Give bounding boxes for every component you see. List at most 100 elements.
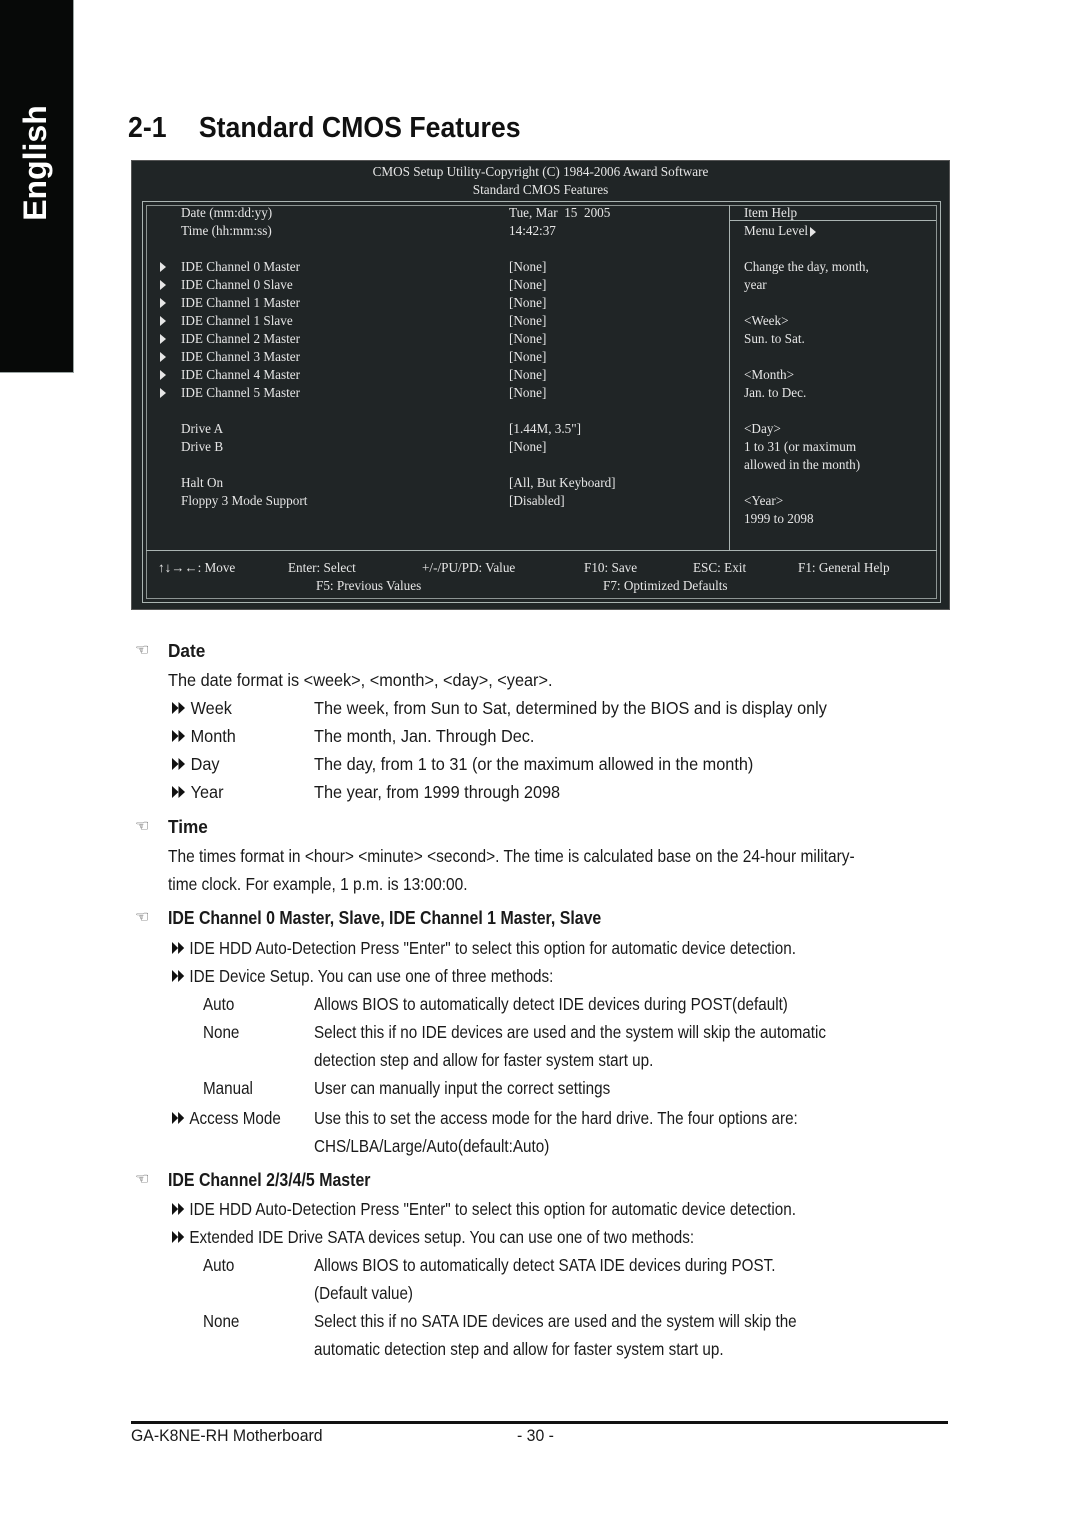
item-help-line: Jan. to Dec. <box>744 385 807 400</box>
date-item-desc: The month, Jan. Through Dec. <box>314 726 535 746</box>
key-help: F1: General Help <box>798 560 890 575</box>
bios-setting-label[interactable]: IDE Channel 3 Master <box>181 348 300 366</box>
bios-setting-value[interactable]: [None] <box>509 348 546 366</box>
key-exit: ESC: Exit <box>693 560 747 575</box>
date-item-desc: The year, from 1999 through 2098 <box>314 782 561 802</box>
method-term: None <box>203 1311 240 1331</box>
method-term: Auto <box>203 994 235 1014</box>
submenu-arrow-icon <box>160 388 166 398</box>
item-help-line: 1 to 31 (or maximum <box>744 439 857 454</box>
item-help-line: Change the day, month, <box>744 259 869 274</box>
ide2345-heading: IDE Channel 2/3/4/5 Master <box>168 1169 371 1190</box>
footer-product: GA-K8NE-RH Motherboard <box>131 1426 323 1445</box>
item-help-line: year <box>744 277 767 292</box>
time-heading: Time <box>168 816 208 837</box>
menu-level-label: Menu Level <box>744 223 809 238</box>
date-intro: The date format is <week>, <month>, <day… <box>168 670 553 690</box>
key-select: Enter: Select <box>288 560 356 575</box>
bios-screen: CMOS Setup Utility-Copyright (C) 1984-20… <box>131 160 950 610</box>
double-arrow-icon <box>172 758 188 770</box>
bios-setting-value[interactable]: 14:42:37 <box>509 222 556 240</box>
item-help-line: 1999 to 2098 <box>744 511 814 526</box>
bios-footer-divider <box>146 550 937 551</box>
bios-setting-value[interactable]: [None] <box>509 312 546 330</box>
method-desc: detection step and allow for faster syst… <box>314 1050 654 1070</box>
access-mode-term-text: Access Mode <box>189 1108 281 1128</box>
bios-setting-label[interactable]: IDE Channel 4 Master <box>181 366 300 384</box>
bios-setting-label[interactable]: IDE Channel 5 Master <box>181 384 300 402</box>
pointing-hand-icon: ☜ <box>135 909 150 926</box>
double-arrow-icon <box>172 970 187 982</box>
bios-setting-label[interactable]: Time (hh:mm:ss) <box>181 222 272 240</box>
menu-level-arrow-icon <box>810 226 817 237</box>
bios-copyright: CMOS Setup Utility-Copyright (C) 1984-20… <box>372 164 709 179</box>
method-desc: Select this if no SATA IDE devices are u… <box>314 1311 797 1331</box>
bios-setting-label[interactable]: IDE Channel 1 Master <box>181 294 300 312</box>
date-item-term: Year <box>172 781 223 803</box>
bios-setting-value[interactable]: [Disabled] <box>509 492 565 510</box>
bios-setting-value[interactable]: [1.44M, 3.5"] <box>509 420 581 438</box>
bios-setting-value[interactable]: [None] <box>509 384 546 402</box>
bios-setting-label[interactable]: Floppy 3 Mode Support <box>181 492 307 510</box>
ide2345-bullet-sata: Extended IDE Drive SATA devices setup. Y… <box>172 1226 694 1248</box>
date-item-desc: The day, from 1 to 31 (or the maximum al… <box>314 754 754 774</box>
bios-setting-value[interactable]: [None] <box>509 366 546 384</box>
menu-level: Menu Level <box>744 222 817 240</box>
date-item-term: Month <box>172 725 236 747</box>
bios-setting-label[interactable]: IDE Channel 1 Slave <box>181 312 293 330</box>
bios-setting-label[interactable]: Halt On <box>181 474 223 492</box>
double-arrow-icon <box>172 1112 187 1124</box>
bios-setting-value[interactable]: [None] <box>509 438 546 456</box>
bios-setting-label[interactable]: Drive A <box>181 420 223 438</box>
method-term: Manual <box>203 1078 253 1098</box>
item-help-line: <Week> <box>744 313 789 328</box>
bios-setting-value[interactable]: [None] <box>509 330 546 348</box>
bios-setting-label[interactable]: Drive B <box>181 438 223 456</box>
bios-setting-value[interactable]: [None] <box>509 294 546 312</box>
submenu-arrow-icon <box>160 334 166 344</box>
double-arrow-icon <box>172 1231 187 1243</box>
ide01-bullet-setup-text: IDE Device Setup. You can use one of thr… <box>189 966 554 986</box>
key-move: ↑↓→←: Move <box>158 560 236 575</box>
pointing-hand-icon: ☜ <box>135 642 150 659</box>
date-item-term-text: Year <box>190 782 224 802</box>
double-arrow-icon <box>172 786 188 798</box>
date-heading: Date <box>168 640 206 661</box>
footer-rule <box>131 1421 948 1424</box>
double-arrow-icon <box>172 1203 187 1215</box>
ide01-bullet-autodetect-text: IDE HDD Auto-Detection Press "Enter" to … <box>189 938 796 958</box>
bios-setting-label[interactable]: IDE Channel 0 Master <box>181 258 300 276</box>
item-help-line: <Day> <box>744 421 781 436</box>
item-help-line: Sun. to Sat. <box>744 331 805 346</box>
date-item-term-text: Month <box>190 726 236 746</box>
item-help-line: allowed in the month) <box>744 457 861 472</box>
submenu-arrow-icon <box>160 298 166 308</box>
ide2345-bullet-autodetect-text: IDE HDD Auto-Detection Press "Enter" to … <box>189 1199 796 1219</box>
time-desc-line2: time clock. For example, 1 p.m. is 13:00… <box>168 874 468 894</box>
date-item-term-text: Day <box>190 754 220 774</box>
key-save: F10: Save <box>584 560 638 575</box>
submenu-arrow-icon <box>160 262 166 272</box>
bios-header: CMOS Setup Utility-Copyright (C) 1984-20… <box>132 163 949 199</box>
method-desc: User can manually input the correct sett… <box>314 1078 611 1098</box>
section-title-text: Standard CMOS Features <box>198 112 521 144</box>
submenu-arrow-icon <box>160 352 166 362</box>
access-mode-desc-line1: Use this to set the access mode for the … <box>314 1108 798 1128</box>
bios-setting-value[interactable]: [None] <box>509 276 546 294</box>
time-desc-line1: The times format in <hour> <minute> <sec… <box>168 846 855 866</box>
ide2345-bullet-sata-text: Extended IDE Drive SATA devices setup. Y… <box>189 1227 695 1247</box>
ide01-heading: IDE Channel 0 Master, Slave, IDE Channel… <box>168 907 602 928</box>
date-item-term: Week <box>172 697 232 719</box>
method-desc: Allows BIOS to automatically detect SATA… <box>314 1255 776 1275</box>
bios-setting-label[interactable]: IDE Channel 0 Slave <box>181 276 293 294</box>
bios-page-title: Standard CMOS Features <box>472 182 609 197</box>
bios-setting-value[interactable]: [None] <box>509 258 546 276</box>
bios-setting-value[interactable]: [All, But Keyboard] <box>509 474 616 492</box>
bios-setting-label[interactable]: Date (mm:dd:yy) <box>181 204 272 222</box>
bios-setting-value[interactable]: Tue, Mar 15 2005 <box>509 204 610 222</box>
key-value: +/-/PU/PD: Value <box>422 560 516 575</box>
bios-setting-label[interactable]: IDE Channel 2 Master <box>181 330 300 348</box>
double-arrow-icon <box>172 942 187 954</box>
key-optimized-defaults: F7: Optimized Defaults <box>603 578 728 593</box>
submenu-arrow-icon <box>160 280 166 290</box>
